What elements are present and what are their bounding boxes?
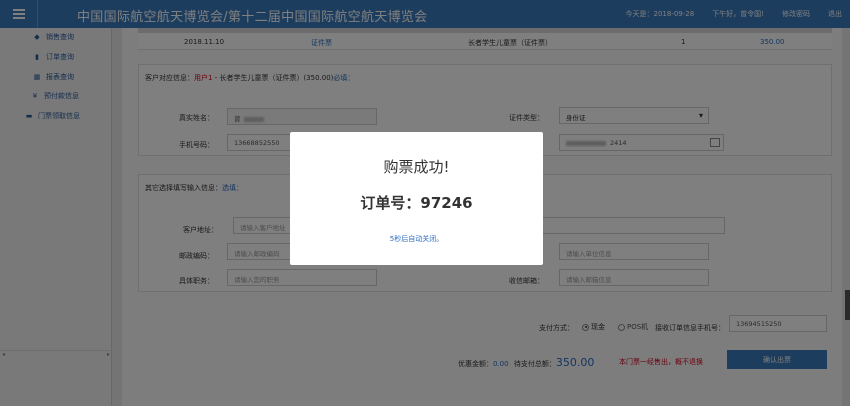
order-number: 订单号：97246: [360, 194, 473, 212]
auto-close-note: 5秒后自动关闭。: [389, 235, 444, 243]
purchase-success-dialog: 购票成功! 订单号：97246 5秒后自动关闭。: [290, 132, 543, 265]
dialog-title: 购票成功!: [383, 158, 450, 176]
